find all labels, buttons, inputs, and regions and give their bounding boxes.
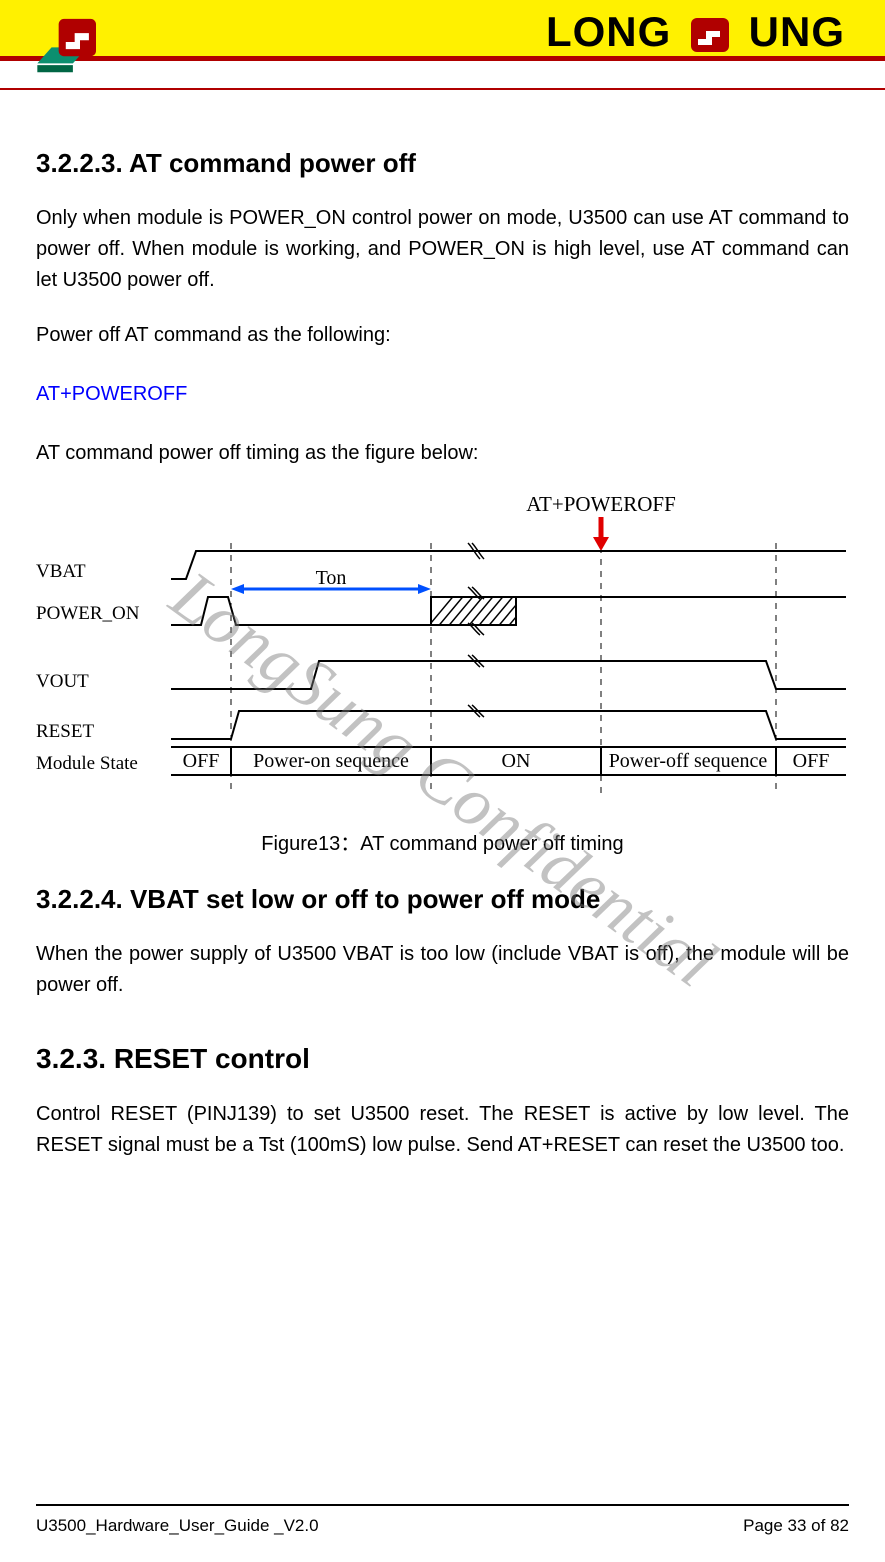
state-off2: OFF xyxy=(793,750,830,772)
paragraph: Control RESET (PINJ139) to set U3500 res… xyxy=(36,1099,849,1161)
at-command: AT+POWEROFF xyxy=(36,383,849,406)
figure-caption: Figure13：AT command power off timing xyxy=(36,827,849,856)
event-arrow-icon xyxy=(593,517,609,551)
brand-wordmark: LONG UNG xyxy=(546,8,845,56)
section-3-2-2-3-title: 3.2.2.3. AT command power off xyxy=(36,148,849,179)
timing-diagram: VBAT POWER_ON VOUT RESET Module State AT… xyxy=(36,493,849,813)
state-pon: Power-on sequence xyxy=(253,750,409,772)
state-on: ON xyxy=(502,750,531,772)
footer-page-number: Page 33 of 82 xyxy=(743,1516,849,1536)
paragraph: AT command power off timing as the figur… xyxy=(36,438,849,469)
page-footer: U3500_Hardware_User_Guide _V2.0 Page 33 … xyxy=(36,1504,849,1536)
brand-left: LONG xyxy=(546,8,671,55)
page-header: LONG UNG xyxy=(0,0,885,90)
paragraph: When the power supply of U3500 VBAT is t… xyxy=(36,939,849,1001)
paragraph: Only when module is POWER_ON control pow… xyxy=(36,203,849,296)
ton-label: Ton xyxy=(316,567,347,589)
section-3-2-2-4-title: 3.2.2.4. VBAT set low or off to power of… xyxy=(36,884,849,915)
state-off1: OFF xyxy=(183,750,220,772)
page-content: 3.2.2.3. AT command power off Only when … xyxy=(0,90,885,1161)
brand-logo-icon xyxy=(688,15,732,55)
paragraph: Power off AT command as the following: xyxy=(36,320,849,351)
ton-arrow-icon: Ton xyxy=(231,567,431,594)
brand-right: UNG xyxy=(749,8,845,55)
section-3-2-3-title: 3.2.3. RESET control xyxy=(36,1043,849,1075)
company-logo-icon xyxy=(20,10,140,90)
state-poff: Power-off sequence xyxy=(609,750,768,772)
event-label: AT+POWEROFF xyxy=(526,493,676,516)
footer-doc-title: U3500_Hardware_User_Guide _V2.0 xyxy=(36,1516,319,1536)
